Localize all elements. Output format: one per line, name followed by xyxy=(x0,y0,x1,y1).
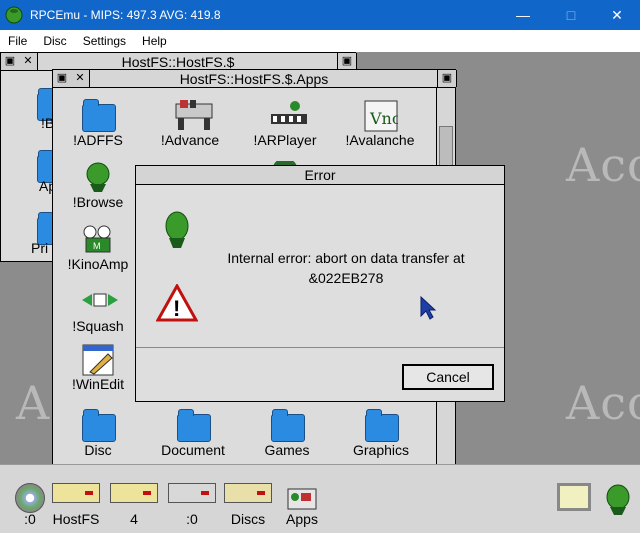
app-adffs[interactable]: !ADFFS xyxy=(53,99,143,148)
toggle-size-button[interactable]: ▣ xyxy=(437,70,457,87)
rpcemu-app-icon xyxy=(5,6,23,24)
back-button[interactable]: ▣ xyxy=(53,70,72,87)
folder-icon xyxy=(271,409,305,442)
iconbar-ide-drive[interactable]: 4 xyxy=(104,483,164,527)
app-label: !Advance xyxy=(160,132,220,148)
warning-icon: ! xyxy=(156,284,198,322)
menu-file[interactable]: File xyxy=(0,34,35,48)
folder-icon xyxy=(82,409,116,442)
iconbar-label: :0 xyxy=(186,511,198,527)
app-label: !ADFFS xyxy=(73,132,123,148)
app-label: Graphics xyxy=(352,442,410,458)
app-avalanche[interactable]: Vnc !Avalanche xyxy=(335,100,425,148)
acorn-icon xyxy=(165,211,189,248)
svg-text:!: ! xyxy=(173,296,180,321)
app-label: !ARPlayer xyxy=(253,132,317,148)
error-dialog[interactable]: Error ! Internal error: abort on data tr… xyxy=(135,165,505,402)
folder-icon xyxy=(177,409,211,442)
close-button[interactable]: ✕ xyxy=(594,0,640,30)
dialog-title: Error xyxy=(136,166,504,185)
desktop-watermark: Aco xyxy=(566,138,640,192)
app-browse[interactable]: !Browse xyxy=(53,162,143,210)
toggle-size-button[interactable]: ▣ xyxy=(337,53,357,70)
error-message-line2: &022EB278 xyxy=(308,270,384,286)
app-label: !Avalanche xyxy=(345,132,415,148)
app-label: !WinEdit xyxy=(71,376,125,392)
minimize-button[interactable]: — xyxy=(500,0,546,30)
app-label: !KinoAmp xyxy=(67,256,129,272)
iconbar-taskmanager[interactable] xyxy=(588,483,640,520)
cd-drive-icon xyxy=(15,483,45,513)
floppy-drive-icon xyxy=(168,483,216,503)
error-message: Internal error: abort on data transfer a… xyxy=(214,248,478,288)
minimize-icon: — xyxy=(516,7,530,23)
avalanche-icon: Vnc xyxy=(364,100,401,132)
svg-text:M: M xyxy=(93,241,101,251)
desktop-watermark: Aco xyxy=(566,376,640,430)
back-button[interactable]: ▣ xyxy=(1,53,20,70)
window-title: HostFS::HostFS.$.Apps xyxy=(179,71,329,87)
advance-icon xyxy=(174,100,213,130)
maximize-icon: □ xyxy=(566,7,576,23)
cancel-button[interactable]: Cancel xyxy=(402,364,494,390)
squash-icon xyxy=(82,286,118,316)
menu-disc[interactable]: Disc xyxy=(35,34,74,48)
app-label: !Squash xyxy=(72,318,124,334)
app-squash[interactable]: !Squash xyxy=(53,286,143,334)
folder-label: Pri xyxy=(31,240,49,256)
dialog-divider xyxy=(136,347,504,348)
menu-settings[interactable]: Settings xyxy=(75,34,134,48)
iconbar-hostfs[interactable]: HostFS xyxy=(46,483,106,527)
folder-games[interactable]: Games xyxy=(242,409,332,458)
folder-document[interactable]: Document xyxy=(148,409,238,458)
host-titlebar: RPCEmu - MIPS: 497.3 AVG: 419.8 — □ ✕ xyxy=(0,0,640,30)
display-icon xyxy=(557,483,591,511)
iconbar-label: Apps xyxy=(286,511,318,527)
apps-icon xyxy=(287,488,317,510)
winedit-icon xyxy=(82,344,114,376)
ide-drive-icon xyxy=(110,483,158,503)
folder-icon xyxy=(365,409,399,442)
menu-help[interactable]: Help xyxy=(134,34,175,48)
window-titlebar[interactable]: HostFS::HostFS.$.Apps xyxy=(53,70,455,88)
discs-icon xyxy=(224,483,272,503)
app-label: Games xyxy=(264,442,310,458)
app-label: Document xyxy=(161,442,225,458)
riscos-iconbar: :0 HostFS 4 :0 Discs Apps xyxy=(0,464,640,533)
hostfs-drive-icon xyxy=(52,483,100,503)
app-kinoamp[interactable]: M !KinoAmp xyxy=(53,224,143,272)
kinoamp-icon: M xyxy=(82,224,114,254)
app-arplayer[interactable]: !ARPlayer xyxy=(240,100,330,148)
app-winedit[interactable]: !WinEdit xyxy=(53,344,143,392)
iconbar-label: 4 xyxy=(130,511,138,527)
maximize-button[interactable]: □ xyxy=(548,0,594,30)
acorn-icon xyxy=(606,484,630,515)
iconbar-apps[interactable]: Apps xyxy=(272,483,332,527)
window-title: HostFS::HostFS.$ xyxy=(121,54,235,70)
error-message-line1: Internal error: abort on data transfer a… xyxy=(227,250,465,266)
close-window-button[interactable]: ✕ xyxy=(19,53,38,70)
iconbar-label: HostFS xyxy=(52,511,100,527)
iconbar-discs[interactable]: Discs xyxy=(218,483,278,527)
app-advance[interactable]: !Advance xyxy=(145,100,235,148)
iconbar-floppy[interactable]: :0 xyxy=(162,483,222,527)
mouse-pointer-icon xyxy=(420,296,436,320)
folder-graphics[interactable]: Graphics xyxy=(336,409,426,458)
arplayer-icon xyxy=(269,100,307,130)
folder-icon xyxy=(82,99,116,132)
close-icon: ✕ xyxy=(611,6,623,23)
desktop-watermark-partial: A xyxy=(16,376,51,430)
menubar: File Disc Settings Help xyxy=(0,30,640,52)
acorn-icon xyxy=(82,162,114,192)
window-title: RPCEmu - MIPS: 497.3 AVG: 419.8 xyxy=(30,8,221,22)
app-label: Disc xyxy=(84,442,112,458)
close-window-button[interactable]: ✕ xyxy=(71,70,90,87)
folder-disc[interactable]: Disc xyxy=(53,409,143,458)
iconbar-label: Discs xyxy=(230,511,266,527)
app-label: !Browse xyxy=(72,194,124,210)
svg-text:Vnc: Vnc xyxy=(369,109,398,128)
